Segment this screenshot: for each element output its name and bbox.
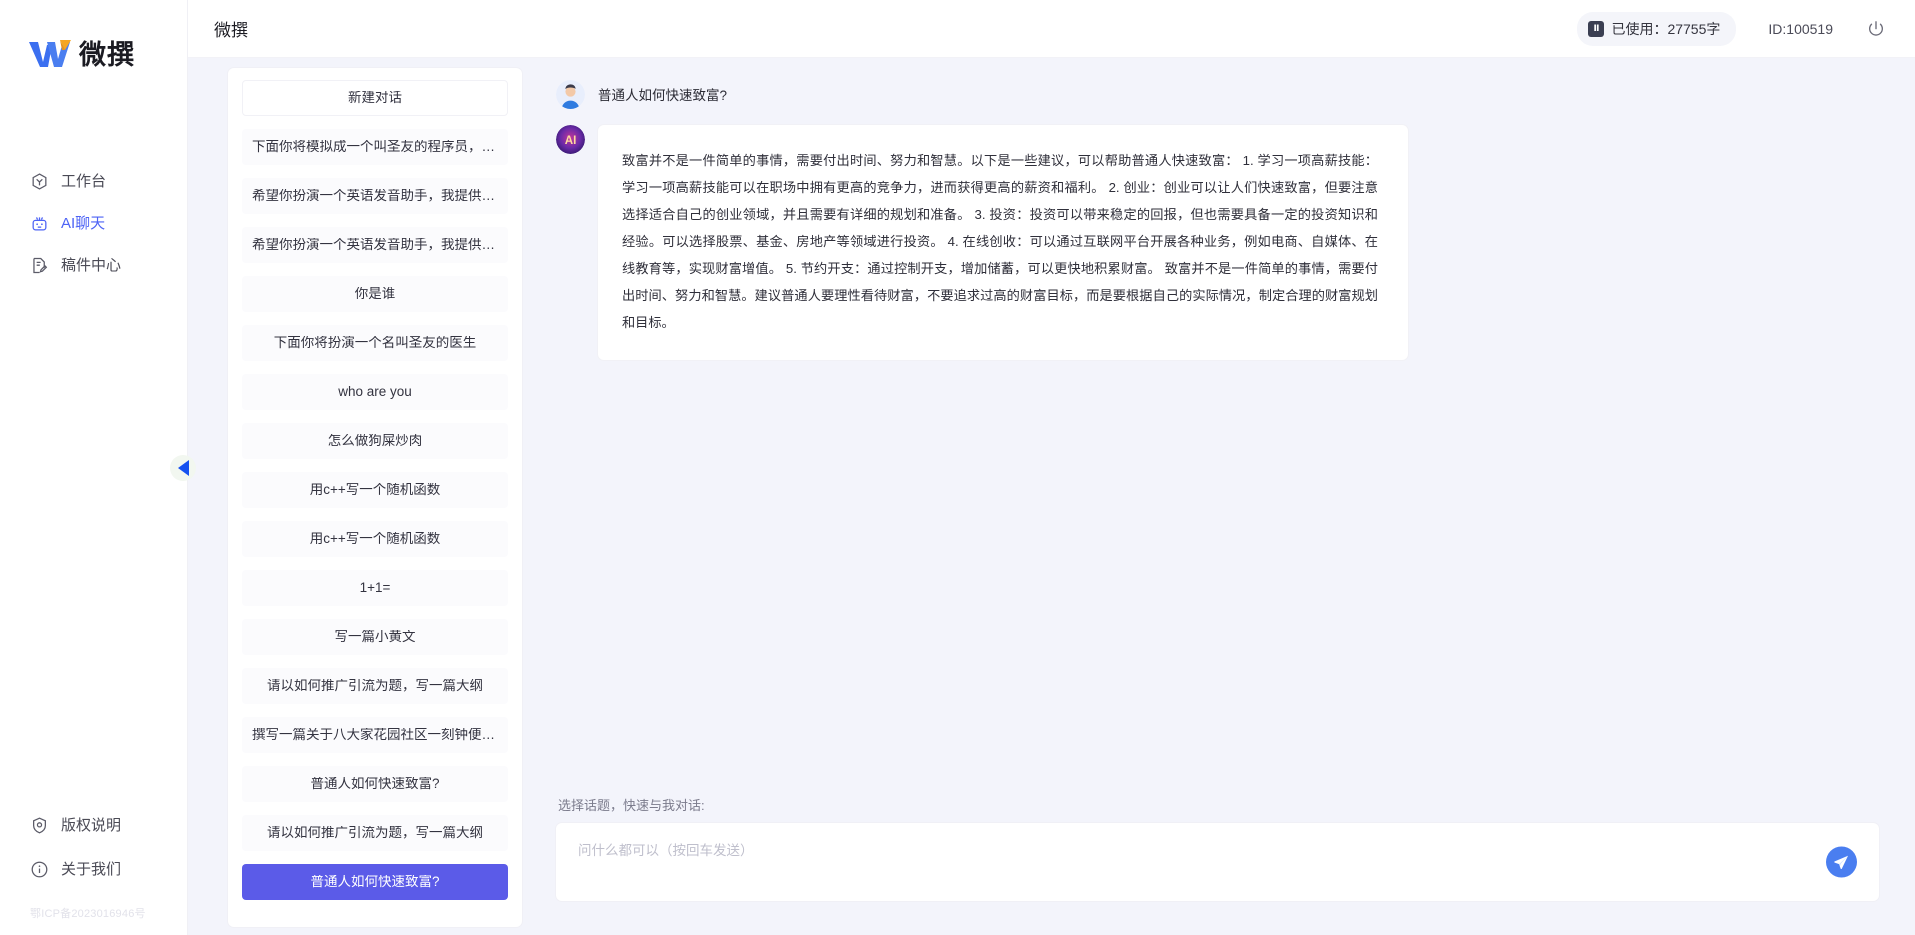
conversation-item[interactable]: 请以如何推广引流为题，写一篇大纲: [242, 815, 508, 851]
conversation-label: 写一篇小黄文: [334, 630, 416, 644]
conversation-label: 希望你扮演一个英语发音助手，我提供给你...: [252, 189, 498, 203]
info-icon: [31, 861, 48, 877]
conversation-label: 你是谁: [354, 287, 396, 301]
conversation-item-active[interactable]: 普通人如何快速致富?: [242, 864, 508, 900]
conversation-label: 希望你扮演一个英语发音助手，我提供给你...: [252, 238, 498, 252]
conversation-label: 普通人如何快速致富?: [310, 777, 440, 791]
user-avatar-icon: [556, 80, 585, 109]
logout-button[interactable]: [1865, 18, 1887, 40]
sidebar-item-label: 版权说明: [61, 816, 122, 834]
chat-column: 普通人如何快速致富? AI 致富并不是一件简单的事情，需要付出时间、努力和智慧。…: [522, 58, 1915, 935]
secondary-nav: 版权说明 关于我们 鄂ICP备2023016946号: [0, 803, 187, 935]
new-conversation-button[interactable]: 新建对话: [242, 80, 508, 116]
conversation-item[interactable]: 下面你将模拟成一个叫圣友的程序员，我说...: [242, 129, 508, 165]
sidebar-collapse-handle[interactable]: [170, 455, 196, 481]
conversation-label: 撰写一篇关于八大家花园社区一刻钟便民生...: [252, 728, 498, 742]
w-logo-icon: [29, 40, 71, 67]
sidebar-item-label: AI聊天: [61, 214, 106, 232]
conversation-item[interactable]: 请以如何推广引流为题，写一篇大纲: [242, 668, 508, 704]
sidebar-item-workbench[interactable]: 工作台: [0, 160, 187, 202]
send-button[interactable]: [1826, 846, 1857, 878]
power-icon: [1869, 20, 1883, 36]
chevron-left-icon: [177, 460, 189, 476]
user-id-label: ID:100519: [1768, 20, 1833, 37]
user-message-text: 普通人如何快速致富?: [598, 88, 728, 103]
new-conversation-label: 新建对话: [348, 91, 402, 105]
app-root: 微撰 工作台 AI聊天 稿件中心 版权说明 关于我们 鄂ICP备20230169…: [0, 0, 1915, 935]
robot-icon: [32, 216, 47, 230]
conversation-label: 下面你将模拟成一个叫圣友的程序员，我说...: [252, 140, 498, 154]
conversation-label: 1+1=: [359, 581, 391, 595]
conversation-label: 怎么做狗屎炒肉: [327, 434, 423, 448]
conversation-item[interactable]: 撰写一篇关于八大家花园社区一刻钟便民生...: [242, 717, 508, 753]
top-header: 微撰 Ⅱ 已使用：27755字 ID:100519: [188, 0, 1915, 58]
conversation-label: who are you: [338, 385, 412, 399]
conversation-label: 请以如何推广引流为题，写一篇大纲: [267, 826, 483, 840]
svg-text:AI: AI: [565, 134, 577, 147]
conversation-item[interactable]: 希望你扮演一个英语发音助手，我提供给你...: [242, 178, 508, 214]
ai-message-text: 致富并不是一件简单的事情，需要付出时间、努力和智慧。以下是一些建议，可以帮助普通…: [598, 125, 1408, 361]
usage-badge[interactable]: Ⅱ 已使用：27755字: [1577, 11, 1737, 46]
conversation-item[interactable]: who are you: [242, 374, 508, 410]
message-ai: AI 致富并不是一件简单的事情，需要付出时间、努力和智慧。以下是一些建议，可以帮…: [556, 125, 1879, 361]
composer: 选择话题，快速与我对话:: [556, 795, 1879, 935]
conversation-item[interactable]: 1+1=: [242, 570, 508, 606]
conversation-label: 普通人如何快速致富?: [310, 875, 440, 889]
conversation-label: 用c++写一个随机函数: [309, 532, 441, 546]
message-list: 普通人如何快速致富? AI 致富并不是一件简单的事情，需要付出时间、努力和智慧。…: [556, 58, 1879, 795]
conversation-item[interactable]: 用c++写一个随机函数: [242, 472, 508, 508]
header-actions: Ⅱ 已使用：27755字 ID:100519: [1577, 11, 1887, 46]
conversation-item[interactable]: 下面你将扮演一个名叫圣友的医生: [242, 325, 508, 361]
message-input[interactable]: [556, 823, 1879, 901]
sidebar-item-ai-chat[interactable]: AI聊天: [0, 202, 187, 244]
sidebar-item-about-us[interactable]: 关于我们: [0, 847, 187, 891]
conversation-item[interactable]: 写一篇小黄文: [242, 619, 508, 655]
usage-label: 已使用：27755字: [1611, 20, 1721, 37]
page-title: 微撰: [214, 21, 248, 40]
main-region: 微撰 Ⅱ 已使用：27755字 ID:100519 新建对话 下面你将模拟成一个…: [188, 0, 1915, 935]
conversation-item[interactable]: 普通人如何快速致富?: [242, 766, 508, 802]
ai-avatar-icon: AI: [556, 125, 585, 154]
sidebar-item-manuscript-center[interactable]: 稿件中心: [0, 244, 187, 286]
message-user: 普通人如何快速致富?: [556, 80, 1879, 109]
icp-record-number: 鄂ICP备2023016946号: [30, 908, 146, 920]
sidebar-item-copyright[interactable]: 版权说明: [0, 803, 187, 847]
primary-nav: 工作台 AI聊天 稿件中心: [0, 160, 187, 286]
shield-icon: [33, 817, 46, 833]
brand-logo[interactable]: 微撰: [0, 0, 187, 110]
conversation-label: 下面你将扮演一个名叫圣友的医生: [273, 336, 477, 350]
left-nav-rail: 微撰 工作台 AI聊天 稿件中心 版权说明 关于我们 鄂ICP备20230169…: [0, 0, 188, 935]
conversation-item[interactable]: 希望你扮演一个英语发音助手，我提供给你...: [242, 227, 508, 263]
content-area: 新建对话 下面你将模拟成一个叫圣友的程序员，我说... 希望你扮演一个英语发音助…: [188, 58, 1915, 935]
conversation-label: 请以如何推广引流为题，写一篇大纲: [267, 679, 483, 693]
sidebar-item-label: 关于我们: [61, 860, 122, 878]
conversation-label: 用c++写一个随机函数: [309, 483, 441, 497]
document-edit-icon: [33, 257, 48, 273]
conversation-item[interactable]: 怎么做狗屎炒肉: [242, 423, 508, 459]
conversation-item[interactable]: 你是谁: [242, 276, 508, 312]
conversation-item[interactable]: 用c++写一个随机函数: [242, 521, 508, 557]
message-input-shell: [556, 823, 1879, 901]
send-plane-icon: [1834, 855, 1849, 870]
workbench-icon: [32, 172, 47, 190]
brand-name: 微撰: [79, 39, 135, 70]
sidebar-item-label: 稿件中心: [61, 256, 122, 274]
conversation-list-panel[interactable]: 新建对话 下面你将模拟成一个叫圣友的程序员，我说... 希望你扮演一个英语发音助…: [228, 68, 522, 927]
counter-icon: Ⅱ: [1588, 20, 1605, 37]
sidebar-item-label: 工作台: [61, 172, 107, 190]
topic-hint-label: 选择话题，快速与我对话:: [558, 798, 705, 813]
